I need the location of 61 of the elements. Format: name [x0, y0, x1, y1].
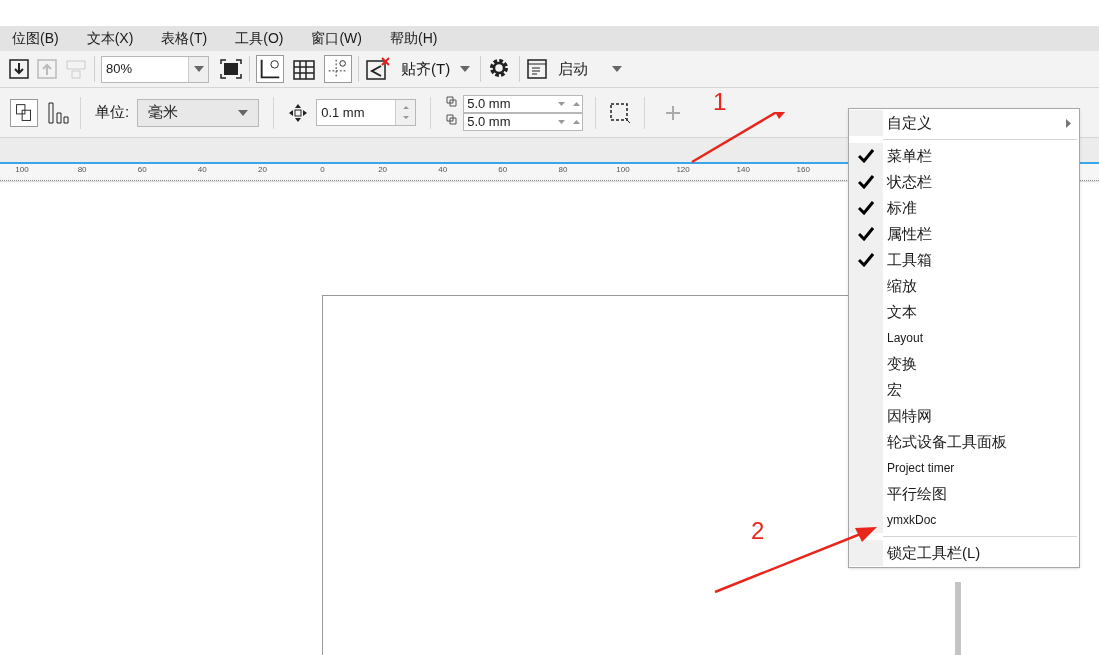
- caret-icon: [460, 66, 471, 72]
- annotation-number: 1: [713, 87, 727, 117]
- offset-x-field[interactable]: 5.0 mm: [463, 94, 584, 113]
- unit-dropdown[interactable]: 毫米: [137, 98, 260, 127]
- menu-item[interactable]: 缩放: [849, 273, 1079, 299]
- full-screen-icon[interactable]: [219, 58, 243, 80]
- menu-item[interactable]: 自定义: [849, 110, 1079, 136]
- ruler-label: 40: [197, 164, 207, 176]
- ruler-label: 0: [320, 164, 325, 176]
- zoom-dropdown[interactable]: 80%: [101, 55, 209, 83]
- menu-item[interactable]: 帮助(H): [390, 28, 438, 49]
- ruler-label: 40: [438, 164, 448, 176]
- menu-item[interactable]: 文本(X): [86, 28, 134, 49]
- ruler-label: 60: [137, 164, 147, 176]
- unit-label: 单位:: [95, 102, 130, 123]
- menu-item[interactable]: 轮式设备工具面板: [849, 429, 1079, 455]
- window-icon[interactable]: [526, 58, 549, 80]
- arrange-icon[interactable]: [10, 98, 38, 127]
- menu-item[interactable]: 锁定工具栏(L): [849, 540, 1079, 566]
- spin-icon[interactable]: [556, 99, 583, 108]
- bounding-box-icon[interactable]: [608, 100, 633, 125]
- ruler-label: 20: [378, 164, 388, 176]
- snap-dropdown[interactable]: 贴齐(T): [397, 57, 475, 81]
- submenu-arrow-icon: [1066, 118, 1071, 128]
- menu-item[interactable]: 标准: [849, 195, 1079, 221]
- menu-item[interactable]: 窗口(W): [311, 28, 362, 49]
- ruler-label: 160: [796, 164, 810, 176]
- menu-item[interactable]: Layout: [849, 325, 1079, 351]
- ruler-label: 60: [498, 164, 508, 176]
- menu-item[interactable]: 因特网: [849, 403, 1079, 429]
- menu-item[interactable]: 文本: [849, 299, 1079, 325]
- rulers-icon[interactable]: [256, 55, 284, 83]
- menu-item[interactable]: 宏: [849, 377, 1079, 403]
- ruler-label: 100: [616, 164, 630, 176]
- nudge-field[interactable]: 0.1 mm: [316, 99, 417, 126]
- menu-item[interactable]: 菜单栏: [849, 143, 1079, 169]
- caret-icon: [238, 109, 249, 116]
- menu-item[interactable]: 状态栏: [849, 169, 1079, 195]
- nudge-icon: [288, 102, 309, 123]
- guidelines-icon[interactable]: [324, 55, 352, 83]
- import-icon[interactable]: [8, 58, 30, 80]
- launch-dropdown[interactable]: 启动: [554, 57, 627, 81]
- menu-item[interactable]: 工具(O): [235, 28, 284, 49]
- spin-icon[interactable]: [556, 117, 583, 126]
- ruler-label: 120: [676, 164, 690, 176]
- ruler-label: 80: [558, 164, 568, 176]
- menu-item[interactable]: 表格(T): [161, 28, 208, 49]
- snap-off-icon[interactable]: [365, 56, 391, 82]
- menu-item[interactable]: 位图(B): [12, 28, 59, 49]
- caret-icon: [193, 66, 204, 72]
- caret-icon: [612, 66, 623, 72]
- ruler-label: 140: [736, 164, 750, 176]
- ruler-label: 100: [15, 164, 29, 176]
- ruler-label: 20: [257, 164, 267, 176]
- menu-item[interactable]: 平行绘图: [849, 481, 1079, 507]
- menu-item[interactable]: 工具箱: [849, 247, 1079, 273]
- menu-item[interactable]: 属性栏: [849, 221, 1079, 247]
- menu-item[interactable]: Project timer: [849, 455, 1079, 481]
- ruler-label: 80: [77, 164, 87, 176]
- annotation-number: 2: [751, 516, 765, 546]
- menu-item[interactable]: 变换: [849, 351, 1079, 377]
